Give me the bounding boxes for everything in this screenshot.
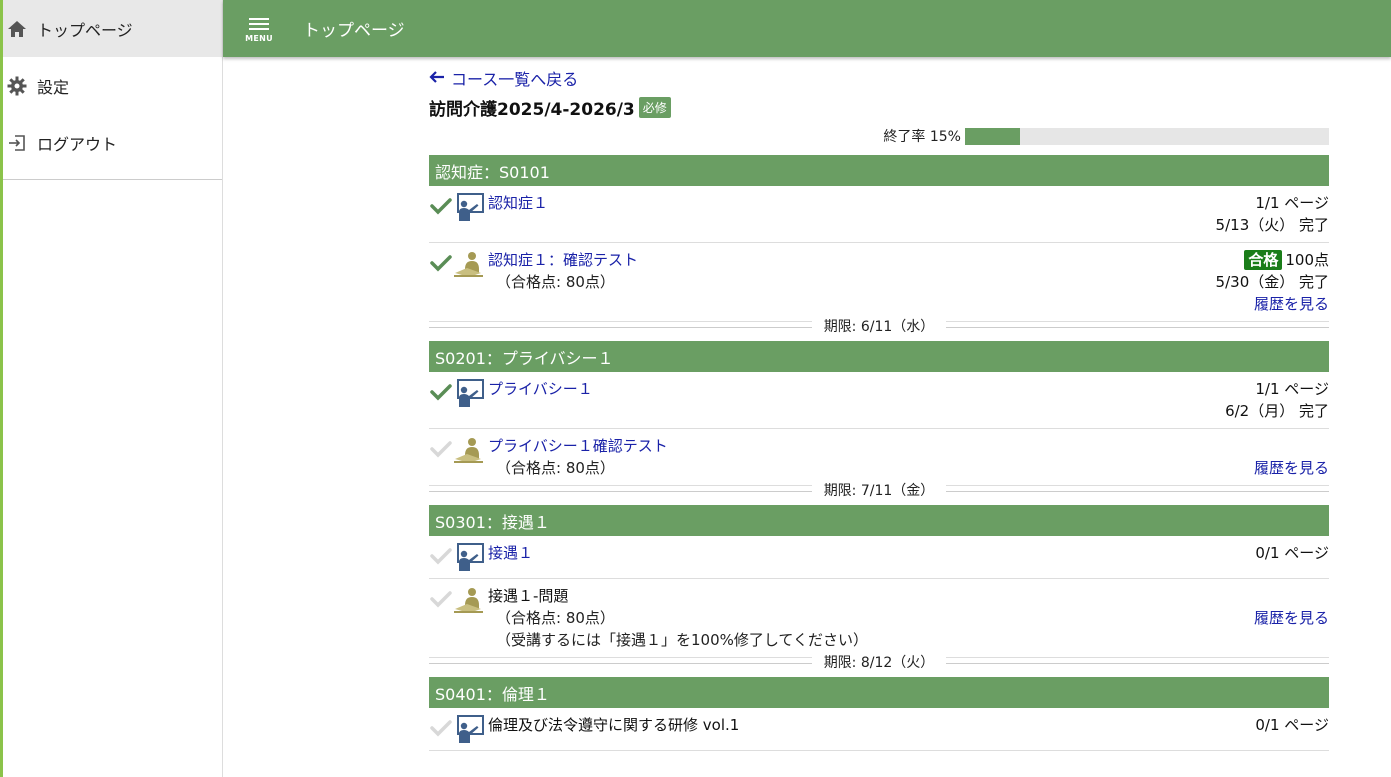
check-pending-icon: [429, 587, 453, 611]
pass-badge: 合格: [1244, 250, 1283, 270]
check-done-icon: [429, 194, 453, 218]
lesson-title: 接遇１-問題: [488, 587, 569, 605]
lecture-icon: [453, 542, 485, 572]
back-link-label: コース一覧へ戻る: [451, 70, 579, 89]
lesson-title[interactable]: プライバシー１確認テスト: [488, 435, 1254, 457]
progress-bar: [965, 127, 1329, 145]
logout-icon: [5, 131, 29, 155]
lesson-row: 認知症１：確認テスト （合格点: 80点） 合格 100点 5/30（金） 完了履歴を見…: [429, 243, 1329, 322]
lesson-title[interactable]: 認知症１：確認テスト: [488, 249, 1216, 271]
lesson-info: プライバシー１: [488, 378, 1225, 422]
check-pending-icon: [429, 716, 453, 740]
status-text: 1/1 ページ: [1255, 380, 1329, 398]
lesson-note: （合格点: 80点）: [496, 609, 615, 627]
lesson-title[interactable]: 認知症１: [488, 192, 1216, 214]
required-badge: 必修: [638, 96, 671, 118]
deadline-text: 期限: 8/12（火）: [811, 655, 947, 671]
sidebar-item-settings[interactable]: 設定: [3, 57, 222, 114]
menu-button[interactable]: MENU: [223, 0, 295, 57]
deadline-text: 期限: 6/11（水）: [811, 319, 947, 335]
lesson-title: 倫理及び法令遵守に関する研修 vol.1: [488, 716, 740, 734]
progress-fill: [965, 127, 1020, 145]
lesson-info: 認知症１：確認テスト （合格点: 80点）: [488, 249, 1216, 315]
check-done-icon: [429, 380, 453, 404]
course-title-row: 訪問介護2025/4-2026/3 必修: [429, 94, 1329, 120]
lesson-row: 倫理及び法令遵守に関する研修 vol.1 0/1 ページ: [429, 708, 1329, 751]
sidebar-item-logout[interactable]: ログアウト: [3, 114, 222, 171]
sidebar: トップページ 設定 ログアウト: [0, 0, 223, 777]
sidebar-divider: [3, 179, 222, 180]
sidebar-item-label: 設定: [37, 77, 70, 97]
status-text: 6/2（月） 完了: [1225, 402, 1329, 420]
gear-icon: [5, 74, 29, 98]
header-title: トップページ: [303, 21, 405, 41]
deadline: 期限: 8/12（火）: [429, 655, 1329, 671]
lecture-icon: [453, 192, 485, 222]
hamburger-icon: [249, 15, 269, 33]
top-header: MENU トップページ: [223, 0, 1391, 57]
lesson-row: 接遇１ 0/1 ページ: [429, 536, 1329, 579]
test-icon: [453, 585, 485, 615]
section-header: 認知症：S0101: [429, 155, 1329, 186]
section-header: S0201：プライバシー１: [429, 341, 1329, 372]
deadline: 期限: 7/11（金）: [429, 483, 1329, 499]
lesson-status: 履歴を見る: [1254, 435, 1329, 479]
sidebar-item-label: トップページ: [37, 20, 133, 40]
lesson-status: 履歴を見る: [1254, 585, 1329, 651]
status-text: 0/1 ページ: [1255, 544, 1329, 562]
arrow-left-icon: [429, 69, 445, 88]
home-icon: [5, 17, 29, 41]
lecture-icon: [453, 378, 485, 408]
lesson-row: プライバシー１ 1/1 ページ 6/2（月） 完了: [429, 372, 1329, 429]
lesson-note: （合格点: 80点）: [496, 273, 615, 291]
sidebar-item-label: ログアウト: [37, 134, 118, 154]
lesson-note: （受講するには「接遇１」を100%修了してください）: [496, 631, 868, 649]
lesson-row: プライバシー１確認テスト （合格点: 80点） 履歴を見る: [429, 429, 1329, 486]
result-line: 合格 100点: [1216, 249, 1329, 271]
lesson-info: 接遇１: [488, 542, 1255, 572]
lesson-info: プライバシー１確認テスト （合格点: 80点）: [488, 435, 1254, 479]
test-icon: [453, 435, 485, 465]
lecture-icon: [453, 714, 485, 744]
lesson-title[interactable]: プライバシー１: [488, 378, 1225, 400]
lesson-row: 接遇１-問題 （合格点: 80点） （受講するには「接遇１」を100%修了してくださ…: [429, 579, 1329, 658]
course-title: 訪問介護2025/4-2026/3: [429, 99, 635, 120]
check-done-icon: [429, 251, 453, 275]
deadline: 期限: 6/11（水）: [429, 319, 1329, 335]
lesson-info: 接遇１-問題 （合格点: 80点） （受講するには「接遇１」を100%修了してくださ…: [488, 585, 1254, 651]
check-pending-icon: [429, 437, 453, 461]
section-header: S0401：倫理１: [429, 677, 1329, 708]
score: 100点: [1285, 251, 1329, 269]
history-link[interactable]: 履歴を見る: [1216, 293, 1329, 315]
sections-container: 認知症：S0101 認知症１ 1/1 ページ 5/13（火） 完了認知症１：確認テスト…: [429, 155, 1329, 751]
lesson-title[interactable]: 接遇１: [488, 542, 1255, 564]
main-content: コース一覧へ戻る 訪問介護2025/4-2026/3 必修 終了率 15% 認知…: [429, 66, 1329, 751]
section-header: S0301：接遇１: [429, 505, 1329, 536]
lesson-info: 倫理及び法令遵守に関する研修 vol.1: [488, 714, 1255, 744]
lesson-info: 認知症１: [488, 192, 1216, 236]
status-text: 5/30（金） 完了: [1215, 273, 1329, 291]
menu-label: MENU: [245, 33, 273, 43]
lesson-row: 認知症１ 1/1 ページ 5/13（火） 完了: [429, 186, 1329, 243]
deadline-text: 期限: 7/11（金）: [811, 483, 947, 499]
test-icon: [453, 249, 485, 279]
progress-row: 終了率 15%: [429, 126, 1329, 146]
lesson-status: 1/1 ページ 6/2（月） 完了: [1225, 378, 1329, 422]
lesson-status: 0/1 ページ: [1255, 714, 1329, 744]
status-text: 1/1 ページ: [1255, 194, 1329, 212]
lesson-status: 1/1 ページ 5/13（火） 完了: [1216, 192, 1329, 236]
back-to-courses-link[interactable]: コース一覧へ戻る: [429, 66, 1329, 90]
history-link[interactable]: 履歴を見る: [1254, 457, 1329, 479]
status-text: 5/13（火） 完了: [1215, 216, 1329, 234]
history-link[interactable]: 履歴を見る: [1254, 607, 1329, 629]
lesson-note: （合格点: 80点）: [496, 459, 615, 477]
lesson-status: 0/1 ページ: [1255, 542, 1329, 572]
check-pending-icon: [429, 544, 453, 568]
status-text: 0/1 ページ: [1255, 716, 1329, 734]
progress-label: 終了率 15%: [883, 129, 961, 145]
sidebar-item-top[interactable]: トップページ: [3, 0, 222, 57]
lesson-status: 合格 100点 5/30（金） 完了履歴を見る: [1216, 249, 1329, 315]
